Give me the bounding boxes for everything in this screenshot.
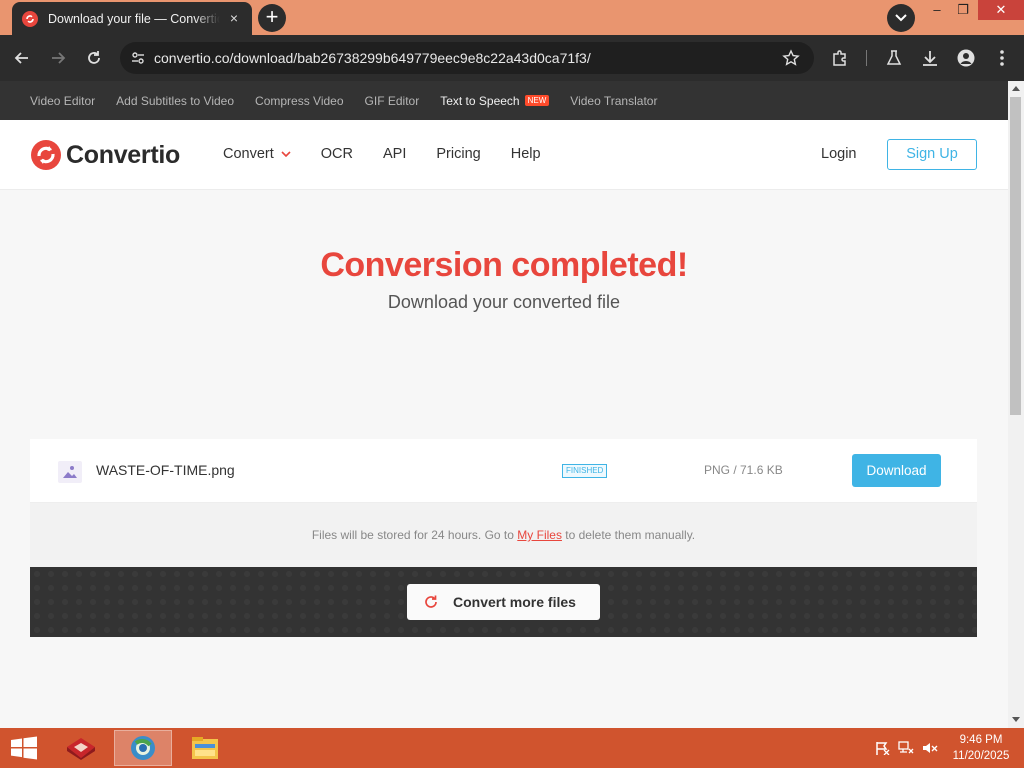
taskbar-app-red-icon[interactable] xyxy=(52,730,110,766)
scroll-down-arrow-icon[interactable] xyxy=(1012,717,1020,722)
download-panel: WASTE-OF-TIME.png FINISHED PNG / 71.6 KB… xyxy=(30,439,977,637)
toolbar-divider xyxy=(866,50,867,66)
url-text: convertio.co/download/bab26738299b649779… xyxy=(154,50,591,66)
browser-menu-icon[interactable] xyxy=(991,47,1013,69)
forward-button[interactable] xyxy=(46,46,70,70)
new-badge: NEW xyxy=(524,95,550,106)
browser-toolbar: convertio.co/download/bab26738299b649779… xyxy=(0,35,1024,81)
volume-muted-icon[interactable] xyxy=(922,741,938,755)
subnav-item-video-editor[interactable]: Video Editor xyxy=(30,94,95,108)
page-viewport: Video Editor Add Subtitles to Video Comp… xyxy=(0,81,1008,728)
signup-button[interactable]: Sign Up xyxy=(887,139,977,170)
site-settings-icon[interactable] xyxy=(130,50,146,66)
chevron-down-icon xyxy=(895,14,907,22)
scrollbar-thumb[interactable] xyxy=(1010,97,1021,415)
download-button[interactable]: Download xyxy=(852,454,941,487)
subnav-item-label: Text to Speech xyxy=(440,93,520,108)
reload-icon xyxy=(88,51,100,64)
windows-taskbar: 9:46 PM 11/20/2025 xyxy=(0,728,1024,768)
browser-tab-strip: Download your file — Convertio × + – ❐ ✕ xyxy=(0,0,1024,35)
convertio-logo[interactable]: Convertio xyxy=(30,139,180,171)
logo-text: Convertio xyxy=(66,140,180,169)
tab-search-button[interactable] xyxy=(887,4,915,32)
convertio-favicon-icon xyxy=(22,10,38,27)
page-scrollbar[interactable] xyxy=(1008,81,1024,728)
window-maximize-button[interactable]: ❐ xyxy=(948,0,978,20)
image-file-icon xyxy=(58,461,82,483)
site-header: Convertio Convert OCR API Pricing Help L… xyxy=(0,120,1008,190)
login-link[interactable]: Login xyxy=(821,146,856,162)
tools-subnav: Video Editor Add Subtitles to Video Comp… xyxy=(0,81,1008,120)
main-nav: Convert OCR API Pricing Help xyxy=(223,146,571,162)
nav-item-label: Convert xyxy=(223,146,274,162)
convert-more-files-button[interactable]: Convert more files xyxy=(407,584,600,620)
nav-item-ocr[interactable]: OCR xyxy=(321,146,353,162)
convert-more-bar: Convert more files xyxy=(30,567,977,637)
windows-start-icon[interactable] xyxy=(8,736,40,760)
storage-note-text: Files will be stored for 24 hours. Go to xyxy=(311,528,518,542)
arrow-left-icon xyxy=(14,52,28,64)
nav-item-api[interactable]: API xyxy=(383,146,406,162)
reload-button[interactable] xyxy=(82,46,106,70)
my-files-link[interactable]: My Files xyxy=(517,528,562,542)
subnav-item-add-subtitles[interactable]: Add Subtitles to Video xyxy=(116,94,234,108)
extensions-puzzle-icon[interactable] xyxy=(829,47,851,69)
downloads-icon[interactable] xyxy=(919,47,941,69)
window-close-button[interactable]: ✕ xyxy=(978,0,1024,20)
refresh-icon xyxy=(425,595,437,608)
subnav-item-compress-video[interactable]: Compress Video xyxy=(255,94,344,108)
convert-more-label: Convert more files xyxy=(453,594,576,610)
storage-note: Files will be stored for 24 hours. Go to… xyxy=(30,503,977,567)
taskbar-clock[interactable]: 9:46 PM 11/20/2025 xyxy=(944,732,1018,764)
clock-date: 11/20/2025 xyxy=(952,750,1010,762)
network-icon[interactable] xyxy=(898,741,914,755)
labs-flask-icon[interactable] xyxy=(883,47,905,69)
chevron-down-icon xyxy=(281,151,291,157)
file-row: WASTE-OF-TIME.png FINISHED PNG / 71.6 KB… xyxy=(30,439,977,503)
subnav-item-text-to-speech[interactable]: Text to Speech NEW xyxy=(440,93,550,108)
convertio-logo-icon xyxy=(31,140,61,170)
subnav-item-video-translator[interactable]: Video Translator xyxy=(570,94,657,108)
address-bar[interactable]: convertio.co/download/bab26738299b649779… xyxy=(120,42,814,74)
file-format-size: PNG / 71.6 KB xyxy=(704,463,783,477)
arrow-right-icon xyxy=(52,52,66,64)
tab-title: Download your file — Convertio xyxy=(48,11,220,26)
storage-note-text-end: to delete them manually. xyxy=(561,528,696,542)
browser-tab[interactable]: Download your file — Convertio × xyxy=(12,2,252,35)
nav-item-pricing[interactable]: Pricing xyxy=(436,146,480,162)
tab-close-icon[interactable]: × xyxy=(226,10,242,26)
back-button[interactable] xyxy=(10,46,34,70)
profile-avatar-icon[interactable] xyxy=(955,47,977,69)
page-subtitle: Download your converted file xyxy=(387,292,621,312)
scroll-up-arrow-icon[interactable] xyxy=(1012,86,1020,91)
taskbar-file-explorer-icon[interactable] xyxy=(176,730,234,766)
new-tab-button[interactable]: + xyxy=(258,4,286,32)
status-badge: FINISHED xyxy=(562,464,608,478)
subnav-item-gif-editor[interactable]: GIF Editor xyxy=(365,94,420,108)
taskbar-browser-icon[interactable] xyxy=(114,730,172,766)
bookmark-star-icon[interactable] xyxy=(782,49,800,72)
action-center-flag-icon[interactable] xyxy=(874,741,890,755)
nav-item-help[interactable]: Help xyxy=(511,146,541,162)
page-title: Conversion completed! xyxy=(320,246,688,284)
file-name: WASTE-OF-TIME.png xyxy=(96,462,235,478)
nav-item-convert[interactable]: Convert xyxy=(223,146,291,162)
clock-time: 9:46 PM xyxy=(959,734,1003,746)
